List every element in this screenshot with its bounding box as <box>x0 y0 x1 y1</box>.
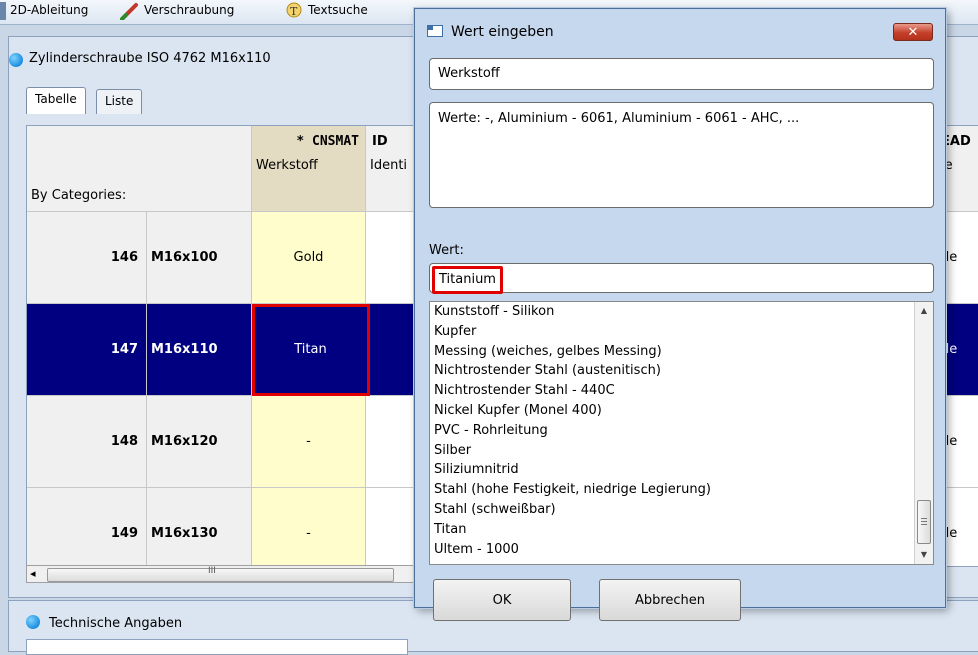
list-item[interactable]: Nichtrostender Stahl (austenitisch) <box>434 361 661 381</box>
ok-button[interactable]: OK <box>433 579 571 621</box>
panel-status-icon <box>26 615 40 629</box>
column-code: * CNSMAT <box>296 134 359 149</box>
row-name[interactable]: M16x130 <box>147 488 252 566</box>
list-item[interactable]: Kupfer <box>434 322 476 342</box>
row-number[interactable]: 146 <box>27 212 147 304</box>
scroll-grip-icon: III <box>208 566 216 576</box>
screw-icon <box>120 2 140 21</box>
scroll-thumb[interactable] <box>917 500 931 544</box>
panel-title: Zylinderschraube ISO 4762 M16x110 <box>9 51 271 67</box>
text-search-icon: T <box>284 2 304 20</box>
column-code: ID <box>372 134 388 149</box>
list-item[interactable]: Ultem - 1000 <box>434 540 519 560</box>
horizontal-scrollbar[interactable]: ◂ III <box>26 565 423 583</box>
material-cell[interactable]: - <box>252 396 366 488</box>
row-name[interactable]: M16x120 <box>147 396 252 488</box>
row-name[interactable]: M16x100 <box>147 212 252 304</box>
row-number[interactable]: 147 <box>27 304 147 396</box>
list-item[interactable]: Titan <box>434 520 466 540</box>
scroll-up-icon[interactable]: ▲ <box>915 302 933 320</box>
list-item[interactable]: Kunststoff - Silikon <box>434 302 554 322</box>
tab-liste[interactable]: Liste <box>96 89 143 114</box>
value-label: Wert: <box>429 243 464 258</box>
toolbar-2d-ableitung[interactable]: 2D-Ableitung <box>10 0 88 22</box>
window-icon <box>427 25 443 37</box>
value-input-text: Titanium <box>432 266 503 294</box>
values-description-box: Werte: -, Aluminium - 6061, Aluminium - … <box>429 102 934 208</box>
material-cell[interactable]: - <box>252 488 366 566</box>
scroll-left-icon[interactable]: ◂ <box>30 566 36 582</box>
tab-label: Liste <box>105 94 134 108</box>
list-item[interactable]: PVC - Rohrleitung <box>434 421 548 441</box>
details-area <box>26 639 408 655</box>
field-name-box: Werkstoff <box>429 58 934 90</box>
tab-label: Tabelle <box>35 92 77 106</box>
toolbar-item-label: Textsuche <box>308 3 368 17</box>
column-label: Werkstoff <box>256 158 318 173</box>
panel-title-text: Technische Angaben <box>49 616 183 631</box>
toolbar-item-label: Verschraubung <box>144 3 235 17</box>
by-categories-header: By Categories: <box>27 126 252 212</box>
value-input[interactable]: Titanium <box>429 263 934 294</box>
value-input-dialog: Wert eingeben ✕ Werkstoff Werte: -, Alum… <box>414 8 946 621</box>
material-listbox[interactable]: Kunststoff - Silikon Kupfer Messing (weich… <box>429 301 934 565</box>
cancel-button[interactable]: Abbrechen <box>599 579 741 621</box>
dialog-title: Wert eingeben <box>451 24 554 40</box>
material-cell-selected[interactable]: Titan <box>252 304 370 396</box>
toolbar-verschraubung[interactable]: Verschraubung <box>120 0 234 22</box>
list-item[interactable]: Stahl (hohe Festigkeit, niedrige Legieru… <box>434 480 711 500</box>
list-item[interactable]: Nichtrostender Stahl - 440C <box>434 381 615 401</box>
list-item[interactable]: Nickel Kupfer (Monel 400) <box>434 401 602 421</box>
grip-icon <box>921 518 927 519</box>
tab-tabelle[interactable]: Tabelle <box>26 87 86 114</box>
vertical-scrollbar[interactable]: ▲ ▼ <box>914 302 933 564</box>
column-header-werkstoff[interactable]: * CNSMAT Werkstoff <box>252 126 366 212</box>
row-number[interactable]: 148 <box>27 396 147 488</box>
list-item[interactable]: Stahl (schweißbar) <box>434 500 556 520</box>
panel-status-icon <box>9 53 23 67</box>
list-item[interactable]: Siliziumnitrid <box>434 460 519 480</box>
list-item[interactable]: Messing (weiches, gelbes Messing) <box>434 342 662 362</box>
by-categories-label: By Categories: <box>31 188 127 203</box>
toolbar-textsuche[interactable]: T Textsuche <box>284 0 368 22</box>
list-item[interactable]: Silber <box>434 441 471 461</box>
row-name[interactable]: M16x110 <box>147 304 252 396</box>
close-button[interactable]: ✕ <box>893 23 933 41</box>
row-number[interactable]: 149 <box>27 488 147 566</box>
column-label: Identi <box>370 158 408 173</box>
panel-title-text: Zylinderschraube ISO 4762 M16x110 <box>29 51 271 66</box>
material-cell[interactable]: Gold <box>252 212 366 304</box>
scroll-thumb[interactable]: III <box>47 566 394 582</box>
toolbar-grip <box>0 2 6 20</box>
toolbar-item-label: 2D-Ableitung <box>10 3 89 17</box>
svg-text:T: T <box>290 5 298 18</box>
scroll-down-icon[interactable]: ▼ <box>915 546 933 564</box>
